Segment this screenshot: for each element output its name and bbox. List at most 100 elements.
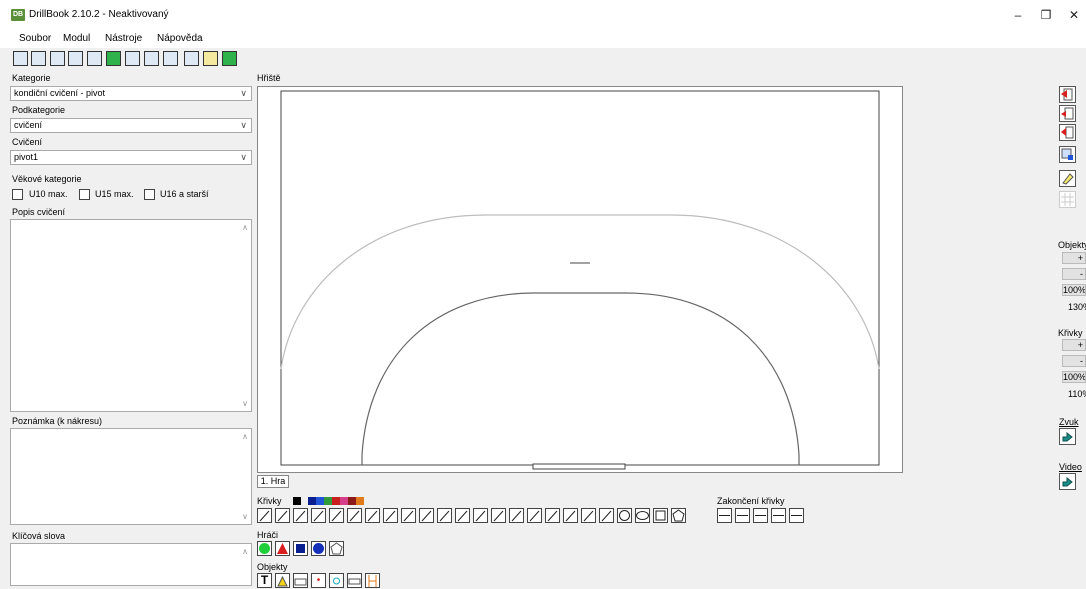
krivky-100-button[interactable]: 100% [1062,371,1086,383]
cviceni-value: pivot1 [14,152,39,162]
circle-green-icon[interactable] [222,51,237,66]
image-export-icon[interactable] [1059,146,1076,163]
app-logo-icon: DB [11,9,25,21]
objekty-plus-10-button[interactable]: + 10% [1062,252,1086,264]
curve-s-curve-icon[interactable] [293,508,308,523]
curve-ellipse-icon[interactable] [635,508,650,523]
arrow-end-icon[interactable] [717,508,732,523]
table-icon[interactable] [184,51,199,66]
curve-double-icon[interactable] [347,508,362,523]
fork-end-icon[interactable] [771,508,786,523]
add-red-icon[interactable] [1059,86,1076,103]
objekty-100-button[interactable]: 100% [1062,284,1086,296]
color-swatch[interactable] [324,497,332,505]
objekty-minus-10-button[interactable]: - 10% [1062,268,1086,280]
scroll-up-icon[interactable]: ∧ [242,432,248,441]
layout-grid-icon[interactable] [50,51,65,66]
color-swatch[interactable] [293,497,301,505]
scroll-up-icon[interactable]: ∧ [242,223,248,232]
curve-spiked-icon[interactable] [491,508,506,523]
chevron-down-icon: ∨ [240,120,247,130]
player-blue-circle-icon[interactable] [311,541,326,556]
curve-circle-icon[interactable] [617,508,632,523]
print-icon[interactable] [125,51,140,66]
color-swatch[interactable] [308,497,316,505]
cviceni-select[interactable]: pivot1 ∨ [10,150,252,165]
layout-rows-icon[interactable] [87,51,102,66]
cviceni-label: Cvičení [12,137,43,147]
color-swatch[interactable] [356,497,364,505]
menu-modul[interactable]: Modul [63,33,90,44]
checkbox-u16[interactable] [144,189,155,200]
curve-double-line-icon[interactable] [419,508,434,523]
curve-dashed-icon[interactable] [329,508,344,523]
restore-button[interactable]: ❐ [1036,6,1056,24]
remove-page-icon[interactable] [1059,124,1076,141]
layout-1-icon[interactable] [13,51,28,66]
curve-crossed-icon[interactable] [509,508,524,523]
curve-wave-icon[interactable] [311,508,326,523]
curve-line-icon[interactable] [257,508,272,523]
color-swatch[interactable] [332,497,340,505]
sound-arrow-icon[interactable] [1059,428,1076,445]
curve-zigzag-icon[interactable] [455,508,470,523]
minimize-button[interactable]: – [1008,6,1028,24]
player-green-circle-icon[interactable] [257,541,272,556]
player-red-triangle-icon[interactable] [275,541,290,556]
podkategorie-select[interactable]: cvičení ∨ [10,118,252,133]
player-blue-square-icon[interactable] [293,541,308,556]
curve-dotted-icon[interactable] [473,508,488,523]
grid-icon[interactable] [1059,191,1076,208]
scroll-down-icon[interactable]: ∨ [242,512,248,521]
klicova-textarea[interactable]: ∧ [10,543,252,586]
layout-2-icon[interactable] [31,51,46,66]
double-bar-end-icon[interactable] [753,508,768,523]
menu-soubor[interactable]: Soubor [19,33,51,44]
popis-textarea[interactable]: ∧ ∨ [10,219,252,412]
curve-step-icon[interactable] [401,508,416,523]
tab-hra[interactable]: 1. Hra [257,475,289,488]
podkategorie-label: Podkategorie [12,105,66,115]
krivky-zoom-label: Křivky [1058,328,1083,338]
curve-square-icon[interactable] [653,508,668,523]
copy-page-icon[interactable] [1059,105,1076,122]
close-button[interactable]: ✕ [1064,6,1084,24]
layout-list-icon[interactable] [68,51,83,66]
bar-end-icon[interactable] [735,508,750,523]
kategorie-label: Kategorie [12,73,51,83]
field-canvas[interactable] [257,86,903,473]
checkbox-u15[interactable] [79,189,90,200]
player-white-shape-icon[interactable] [329,541,344,556]
curve-hatched-icon[interactable] [365,508,380,523]
u16-label: U16 a starší [160,189,209,199]
kategorie-select[interactable]: kondiční cvičení - pivot ∨ [10,86,252,101]
drill-d-icon[interactable] [106,51,121,66]
toolbar [0,48,1086,70]
plain-end-icon[interactable] [789,508,804,523]
curve-angle-icon[interactable] [581,508,596,523]
scroll-up-icon[interactable]: ∧ [242,547,248,556]
eraser-icon[interactable] [1059,170,1076,187]
scroll-down-icon[interactable]: ∨ [242,399,248,408]
curve-arrow-curve-icon[interactable] [437,508,452,523]
curve-step-up-icon[interactable] [599,508,614,523]
play-icon[interactable] [144,51,159,66]
curve-check-icon[interactable] [563,508,578,523]
krivky-plus-10-button[interactable]: + 10% [1062,339,1086,351]
color-swatch[interactable] [340,497,348,505]
poznamka-textarea[interactable]: ∧ ∨ [10,428,252,525]
menu-nastroje[interactable]: Nástroje [105,33,142,44]
curve-pentagon-icon[interactable] [671,508,686,523]
color-swatch[interactable] [316,497,324,505]
export-icon[interactable] [163,51,178,66]
krivky-minus-10-button[interactable]: - 10% [1062,355,1086,367]
color-swatch[interactable] [348,497,356,505]
curve-hook-icon[interactable] [545,508,560,523]
video-arrow-icon[interactable] [1059,473,1076,490]
curve-slashed-icon[interactable] [527,508,542,523]
pencil-icon[interactable] [203,51,218,66]
curve-cross-hatched-icon[interactable] [383,508,398,523]
curve-curve-icon[interactable] [275,508,290,523]
checkbox-u10[interactable] [12,189,23,200]
menu-napoveda[interactable]: Nápověda [157,33,203,44]
